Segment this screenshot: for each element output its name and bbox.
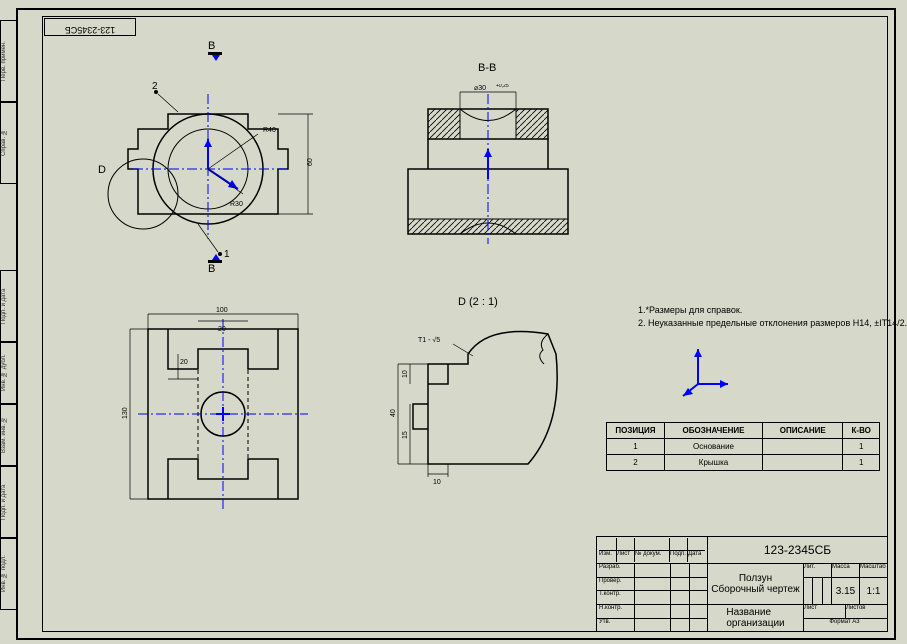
detail-title: D (2 : 1)	[458, 296, 498, 308]
section-marker-b-top: B	[208, 40, 222, 61]
tb-col-date: Дата	[688, 551, 705, 563]
tb-row-utv: Утв.	[597, 619, 635, 632]
strip-cell: Перв. примен.	[0, 20, 18, 102]
tb-col-podp: Подп.	[670, 551, 688, 563]
balloon-1: 1	[224, 249, 230, 260]
tb-organization: Название организации	[707, 605, 803, 631]
left-binding-strip: Перв. примен. Справ. № Подп. и дата Инв.…	[0, 10, 18, 638]
tb-format: Формат A3	[829, 619, 861, 632]
strip-cell: Инв. № подл.	[0, 538, 18, 610]
bom-h-pos: ПОЗИЦИЯ	[607, 423, 665, 439]
strip-cell: Инв. № дубл.	[0, 342, 18, 404]
strip-cell: Подп. и дата	[0, 466, 18, 538]
dim-15: 15	[402, 431, 409, 439]
bom-cell: 1	[843, 439, 880, 455]
strip-cell: Подп. и дата	[0, 270, 18, 342]
view-section-bb: ⌀30 +0,25	[388, 84, 608, 264]
tb-row-razrab: Разраб.	[597, 564, 635, 577]
technical-notes: 1.*Размеры для справок. 2. Неуказанные п…	[638, 304, 907, 329]
section-title: B-B	[478, 62, 496, 74]
dim-20b: 20	[180, 359, 188, 366]
drawing-sheet: 123-2345СБ Перв. примен. Справ. № Подп. …	[16, 8, 896, 640]
detail-label-d: D	[98, 164, 106, 176]
tb-col-izm: Изм.	[599, 551, 617, 563]
tb-col-ndoc: № докум.	[635, 551, 670, 563]
dim-10a: 10	[402, 370, 409, 378]
dim-r30: R30	[230, 201, 243, 208]
dim-130: 130	[122, 407, 129, 419]
tb-scale-hdr: Масштаб	[860, 564, 887, 577]
strip-cell: Справ. №	[0, 102, 18, 184]
strip-cell: Взам. инв. №	[0, 404, 18, 466]
tb-mass: 3.15	[832, 578, 860, 604]
dim-dia30: ⌀30	[474, 85, 486, 92]
tb-row-tcontr: Т.контр.	[597, 591, 635, 604]
dim-40: 40	[390, 409, 397, 417]
bom-table: ПОЗИЦИЯ ОБОЗНАЧЕНИЕ ОПИСАНИЕ К-ВО 1 Осно…	[606, 422, 880, 471]
section-label: B	[208, 40, 222, 52]
dim-100: 100	[216, 307, 228, 314]
tb-mass-hdr: Масса	[832, 564, 860, 577]
dim-60: 60	[307, 158, 314, 166]
bom-cell: Крышка	[664, 455, 762, 471]
tb-part-name: Ползун	[739, 573, 772, 584]
view-plan-top: R40 R30 60 2 1	[98, 74, 338, 274]
dim-r40: R40	[263, 127, 276, 134]
dim-20a: 20	[218, 326, 226, 333]
bom-cell: 1	[843, 455, 880, 471]
coordinate-triad-icon	[678, 344, 738, 404]
bom-row: 1 Основание 1	[607, 439, 880, 455]
note-1: 1.*Размеры для справок.	[638, 304, 907, 317]
bom-cell: 2	[607, 455, 665, 471]
dim-dia30-tol: +0,25	[496, 84, 509, 89]
tb-scale: 1:1	[860, 578, 887, 604]
tb-listov: Листов	[846, 605, 887, 618]
note-2: 2. Неуказанные предельные отклонения раз…	[638, 317, 907, 330]
view-detail-d: T1 - √5 40 10 15 10	[368, 314, 578, 514]
bom-h-qty: К-ВО	[843, 423, 880, 439]
tb-list: Лист	[804, 605, 846, 618]
tb-lit-hdr: Лит.	[804, 564, 832, 577]
bom-cell: 1	[607, 439, 665, 455]
surface-finish: T1 - √5	[418, 336, 440, 344]
view-front: 100 20 20 130	[108, 299, 338, 529]
tb-drawing-type: Сборочный чертеж	[711, 584, 799, 595]
tb-drawing-number: 123-2345СБ	[707, 537, 887, 563]
tb-row-prov: Провер.	[597, 578, 635, 591]
balloon-2: 2	[152, 81, 158, 92]
bom-header-row: ПОЗИЦИЯ ОБОЗНАЧЕНИЕ ОПИСАНИЕ К-ВО	[607, 423, 880, 439]
bom-row: 2 Крышка 1	[607, 455, 880, 471]
bom-cell	[763, 455, 843, 471]
tb-row-ncontr: Н.контр.	[597, 605, 635, 618]
bom-h-des: ОБОЗНАЧЕНИЕ	[664, 423, 762, 439]
title-block: Изм. Лист № докум. Подп. Дата 123-2345СБ…	[596, 536, 888, 632]
bom-cell	[763, 439, 843, 455]
bom-h-desc: ОПИСАНИЕ	[763, 423, 843, 439]
tb-col-list: Лист	[617, 551, 635, 563]
dim-10b: 10	[433, 479, 441, 486]
bom-cell: Основание	[664, 439, 762, 455]
